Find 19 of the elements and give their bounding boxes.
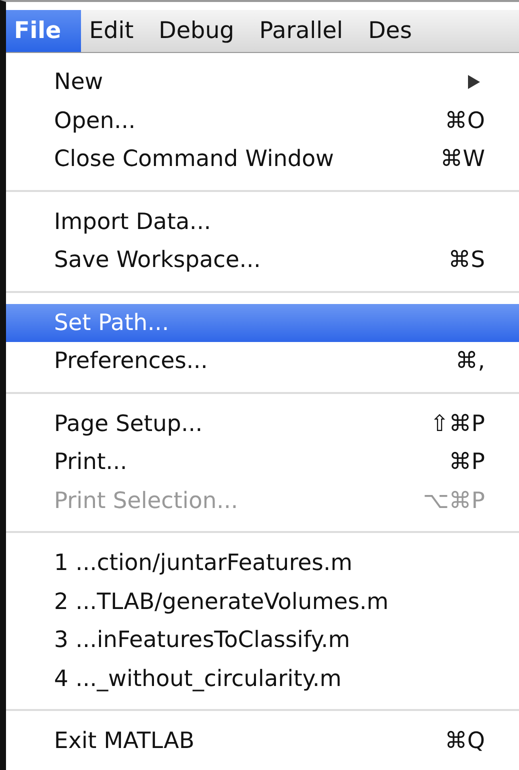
menu-title[interactable]: Des <box>360 10 429 52</box>
menu-title[interactable]: Parallel <box>251 10 360 52</box>
menu-item[interactable]: Page Setup... ⇧⌘P <box>6 404 519 443</box>
menu-item[interactable]: Close Command Window ⌘W <box>6 140 519 178</box>
menu-item[interactable]: 2 ...TLAB/generateVolumes.m <box>6 582 519 621</box>
menu-title[interactable]: Debug <box>150 10 252 52</box>
menu-item[interactable]: 3 ...inFeaturesToClassify.m <box>6 621 519 660</box>
menu-item[interactable]: Exit MATLAB ⌘Q <box>6 722 519 760</box>
menu-title[interactable]: File <box>6 10 82 52</box>
menu-item[interactable]: Open... ⌘O <box>6 102 519 140</box>
menu-item[interactable]: Import Data... <box>6 202 519 241</box>
menu-item[interactable]: Set Path... <box>6 304 519 342</box>
menu-item[interactable]: Save Workspace... ⌘S <box>6 241 519 280</box>
menu-item[interactable]: 4 ..._without_circularity.m <box>6 660 519 698</box>
menu-item[interactable]: Print... ⌘P <box>6 443 519 482</box>
menu-item[interactable]: New <box>6 63 519 102</box>
menu-item[interactable]: 1 ...ction/juntarFeatures.m <box>6 544 519 582</box>
menu-item[interactable]: Preferences... ⌘, <box>6 342 519 380</box>
menu-title[interactable]: Edit <box>81 10 151 52</box>
